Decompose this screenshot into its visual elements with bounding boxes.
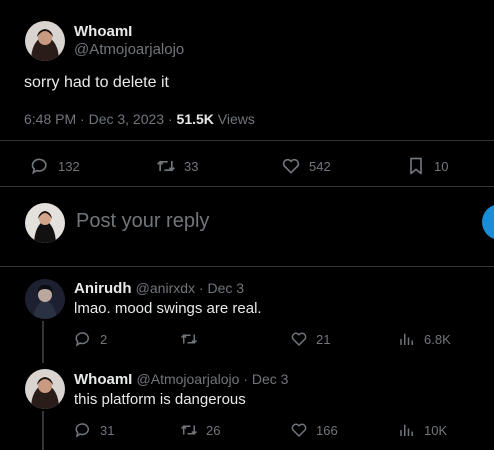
reply-count: 2 bbox=[100, 331, 108, 347]
reply-icon bbox=[75, 423, 89, 438]
avatar-image bbox=[25, 279, 65, 319]
reply-author-name[interactable]: Anirudh bbox=[74, 280, 132, 297]
repost-button[interactable]: 33 bbox=[156, 156, 198, 176]
thread-line bbox=[42, 411, 44, 450]
repost-icon bbox=[180, 425, 198, 435]
divider bbox=[0, 186, 494, 187]
reply-avatar[interactable] bbox=[25, 279, 65, 319]
post-timestamp[interactable]: 6:48 PM · Dec 3, 2023 · bbox=[24, 111, 177, 127]
repost-button[interactable] bbox=[180, 330, 206, 348]
avatar-image bbox=[25, 21, 65, 61]
reply-avatar[interactable] bbox=[25, 369, 65, 409]
author-name[interactable]: WhoamI bbox=[74, 23, 132, 40]
reply-submit-button[interactable] bbox=[482, 204, 494, 240]
reply-header: WhoamI @Atmojoarjalojo · Dec 3 bbox=[74, 371, 288, 388]
author-handle[interactable]: @Atmojoarjalojo bbox=[74, 41, 184, 58]
reply-icon bbox=[31, 158, 47, 175]
like-icon bbox=[291, 332, 307, 346]
post-meta: 6:48 PM · Dec 3, 2023 · 51.5K Views bbox=[24, 111, 255, 127]
like-count: 542 bbox=[309, 158, 331, 174]
reply-button[interactable]: 31 bbox=[74, 421, 114, 439]
bookmark-icon bbox=[410, 157, 422, 175]
repost-icon bbox=[157, 160, 175, 172]
reply-composer-input[interactable]: Post your reply bbox=[76, 210, 209, 233]
reply-meta[interactable]: @Atmojoarjalojo · Dec 3 bbox=[137, 371, 289, 387]
views-label: Views bbox=[213, 111, 255, 127]
thread-line bbox=[42, 321, 44, 363]
avatar-image bbox=[25, 203, 65, 243]
reply-count: 132 bbox=[58, 158, 80, 174]
reply-header: Anirudh @anirxdx · Dec 3 bbox=[74, 280, 244, 297]
reply-button[interactable]: 132 bbox=[30, 156, 80, 176]
like-button[interactable]: 166 bbox=[290, 421, 338, 439]
divider bbox=[0, 266, 494, 267]
like-count: 21 bbox=[316, 331, 331, 347]
like-icon bbox=[282, 158, 300, 174]
composer-avatar bbox=[25, 203, 65, 243]
views-icon bbox=[400, 333, 413, 345]
views-count: 10K bbox=[424, 422, 448, 438]
like-button[interactable]: 21 bbox=[290, 330, 330, 348]
views-count: 6.8K bbox=[424, 331, 451, 347]
reply-author-name[interactable]: WhoamI bbox=[74, 371, 132, 388]
reply-meta[interactable]: @anirxdx · Dec 3 bbox=[136, 280, 244, 296]
reply-count: 31 bbox=[100, 422, 115, 438]
divider bbox=[0, 140, 494, 141]
views-button[interactable]: 10K bbox=[398, 421, 447, 439]
repost-count: 33 bbox=[184, 158, 199, 174]
views-button[interactable]: 6.8K bbox=[398, 330, 451, 348]
like-button[interactable]: 542 bbox=[281, 156, 331, 176]
views-count: 51.5K bbox=[176, 111, 214, 127]
reply-button[interactable]: 2 bbox=[74, 330, 107, 348]
post-text: sorry had to delete it bbox=[24, 74, 169, 91]
repost-button[interactable]: 26 bbox=[180, 421, 220, 439]
repost-count: 26 bbox=[206, 422, 221, 438]
reply-text: this platform is dangerous bbox=[74, 391, 246, 408]
reply-icon bbox=[75, 332, 89, 347]
bookmark-button[interactable]: 10 bbox=[406, 156, 448, 176]
repost-icon bbox=[180, 334, 198, 344]
like-icon bbox=[291, 423, 307, 437]
author-avatar[interactable] bbox=[25, 21, 65, 61]
views-icon bbox=[400, 424, 413, 436]
reply-text: lmao. mood swings are real. bbox=[74, 300, 262, 317]
avatar-image bbox=[25, 369, 65, 409]
like-count: 166 bbox=[316, 422, 338, 438]
bookmark-count: 10 bbox=[434, 158, 449, 174]
